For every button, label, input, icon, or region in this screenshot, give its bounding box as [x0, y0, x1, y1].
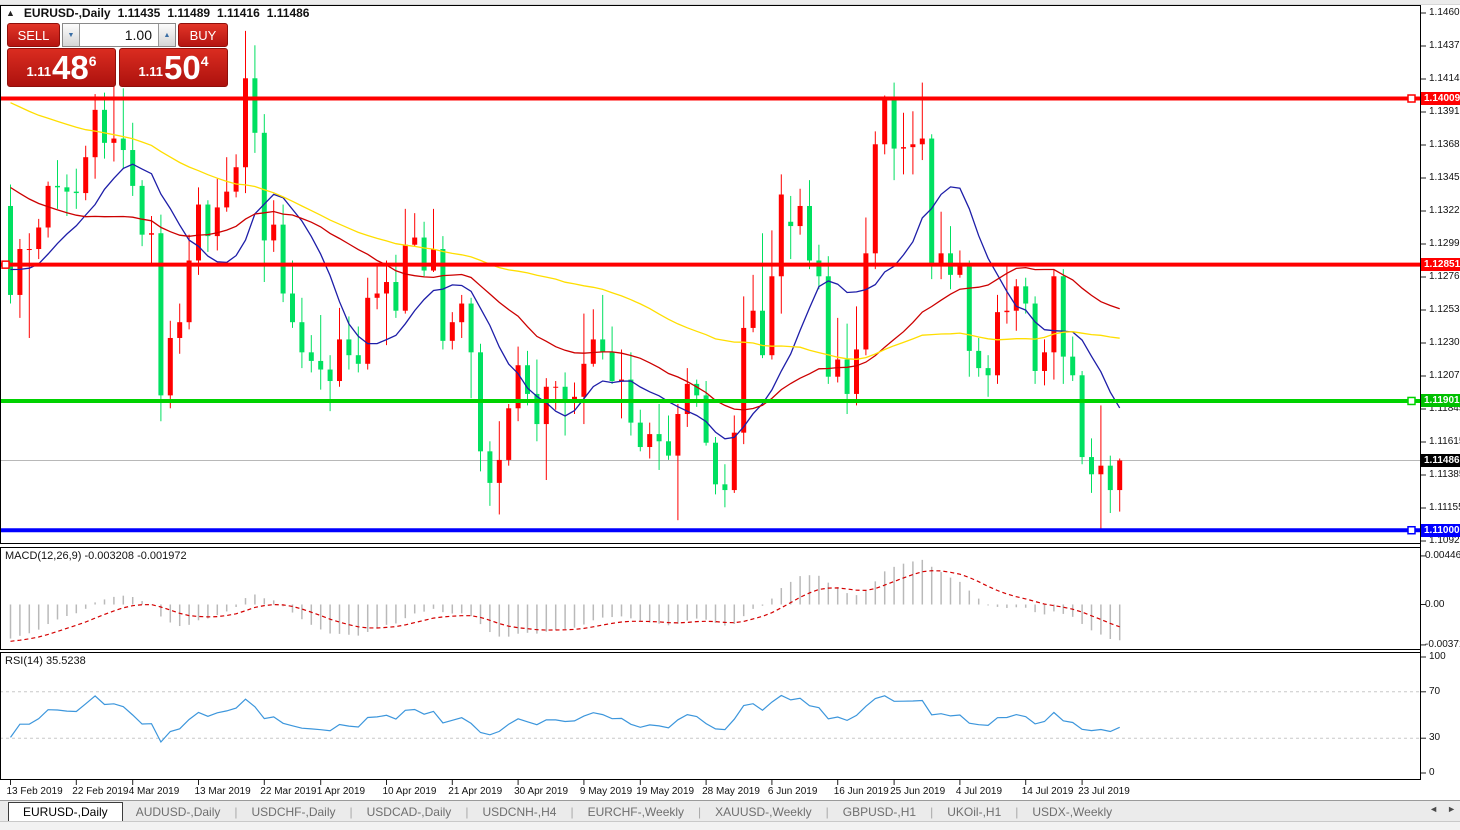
quote-low: 1.11416: [217, 6, 260, 20]
resistance-line-badge: 1.12851: [1421, 258, 1460, 271]
buy-button[interactable]: BUY: [178, 23, 228, 47]
date-axis-tick: 1 Apr 2019: [317, 786, 365, 797]
price-axis-tick: 1.14145: [1429, 73, 1460, 84]
chart-tab-gbpusd-h1[interactable]: GBPUSD-,H1: [830, 803, 929, 821]
price-axis-tick: 1.11615: [1429, 436, 1460, 447]
date-axis-tick: 21 Apr 2019: [448, 786, 502, 797]
rsi-axis-tick: 100: [1429, 651, 1446, 662]
date-axis-tick: 9 May 2019: [580, 786, 632, 797]
support-line-badge: 1.11901: [1421, 394, 1460, 407]
trading-terminal-window: ▲ EURUSD-,Daily 1.11435 1.11489 1.11 4 16 …: [0, 0, 1460, 829]
price-axis-tick: 1.12305: [1429, 337, 1460, 348]
date-axis-tick: 28 May 2019: [702, 786, 760, 797]
price-axis-tick: 1.13455: [1429, 172, 1460, 183]
price-axis-tick: 1.11385: [1429, 469, 1460, 480]
chart-canvas: [0, 0, 1460, 829]
date-axis-tick: 22 Feb 2019: [72, 786, 128, 797]
date-axis-tick: 4 Mar 2019: [129, 786, 180, 797]
sell-price-display[interactable]: 1.11 48 6: [7, 48, 116, 87]
date-axis-tick: 14 Jul 2019: [1022, 786, 1074, 797]
price-axis-tick: 1.12995: [1429, 238, 1460, 249]
support-line-badge: 1.11000: [1421, 524, 1460, 537]
chart-tab-usdcad-daily[interactable]: USDCAD-,Daily: [354, 803, 465, 821]
date-axis-tick: 10 Apr 2019: [383, 786, 437, 797]
macd-axis-tick: -0.003715: [1425, 639, 1460, 650]
price-axis-tick: 1.12535: [1429, 304, 1460, 315]
price-axis-tick: 1.11155: [1429, 502, 1460, 513]
quote-high: 1.11489: [167, 6, 210, 20]
date-axis-tick: 13 Mar 2019: [195, 786, 251, 797]
resistance-line-badge: 1.14009: [1421, 92, 1460, 105]
buy-price-point: 4: [201, 53, 209, 69]
volume-decrease-button[interactable]: ▼: [63, 24, 80, 46]
chart-tab-xauusd-weekly[interactable]: XAUUSD-,Weekly: [702, 803, 824, 821]
rsi-axis-tick: 0: [1429, 767, 1435, 778]
price-axis-tick: 1.14605: [1429, 7, 1460, 18]
chart-tab-ukoil-h1[interactable]: UKOil-,H1: [934, 803, 1014, 821]
chart-tab-bar: EURUSD-,DailyAUDUSD-,Daily|USDCHF-,Daily…: [0, 800, 1460, 822]
date-axis-tick: 16 Jun 2019: [834, 786, 889, 797]
sell-price-prefix: 1.11: [26, 64, 51, 79]
date-axis-tick: 22 Mar 2019: [260, 786, 316, 797]
last-price-badge: 1.11486: [1421, 454, 1460, 467]
macd-axis-tick: 0.00: [1425, 599, 1444, 610]
chart-tabs: EURUSD-,DailyAUDUSD-,Daily|USDCHF-,Daily…: [0, 802, 1125, 822]
volume-input[interactable]: 1.00: [80, 24, 158, 46]
chart-title: ▲ EURUSD-,Daily 1.11435 1.11489 1.11416 …: [6, 6, 309, 20]
buy-price-prefix: 1.11: [138, 64, 163, 79]
chart-tab-eurusd-daily[interactable]: EURUSD-,Daily: [8, 802, 123, 822]
volume-increase-button[interactable]: ▲: [158, 24, 175, 46]
chart-tab-eurchf-weekly[interactable]: EURCHF-,Weekly: [575, 803, 697, 821]
sell-price-point: 6: [89, 53, 97, 69]
date-axis-tick: 23 Jul 2019: [1078, 786, 1130, 797]
rsi-axis-tick: 30: [1429, 732, 1440, 743]
tab-scroll-arrows: ◄ ►: [1429, 804, 1456, 814]
sell-price-pips: 48: [52, 53, 89, 83]
date-axis-tick: 19 May 2019: [636, 786, 694, 797]
price-axis-tick: 1.12765: [1429, 271, 1460, 282]
tab-scroll-right-icon[interactable]: ►: [1447, 804, 1456, 814]
buy-price-display[interactable]: 1.11 50 4: [119, 48, 228, 87]
price-axis-tick: 1.13685: [1429, 139, 1460, 150]
price-axis-tick: 1.13915: [1429, 106, 1460, 117]
rsi-axis-tick: 70: [1429, 686, 1440, 697]
price-axis-tick: 1.12075: [1429, 370, 1460, 381]
chart-tab-usdchf-daily[interactable]: USDCHF-,Daily: [239, 803, 349, 821]
one-click-trading-panel: SELL ▼ 1.00 ▲ BUY 1.11 48 6 1.11 50 4: [7, 23, 228, 87]
date-axis-tick: 6 Jun 2019: [768, 786, 818, 797]
collapse-panel-icon[interactable]: ▲: [6, 8, 15, 18]
chart-symbol-timeframe: EURUSD-,Daily: [24, 6, 111, 20]
volume-control: ▼ 1.00 ▲: [62, 23, 176, 47]
buy-price-pips: 50: [164, 53, 201, 83]
quote-close: 1.11486: [267, 6, 310, 20]
date-axis-tick: 4 Jul 2019: [956, 786, 1002, 797]
chart-tab-usdx-weekly[interactable]: USDX-,Weekly: [1019, 803, 1125, 821]
date-axis-tick: 30 Apr 2019: [514, 786, 568, 797]
sell-button[interactable]: SELL: [7, 23, 60, 47]
macd-indicator-label: MACD(12,26,9) -0.003208 -0.001972: [5, 550, 187, 562]
date-axis-tick: 13 Feb 2019: [7, 786, 63, 797]
price-axis-tick: 1.14375: [1429, 40, 1460, 51]
price-axis-tick: 1.13225: [1429, 205, 1460, 216]
chart-tab-usdcnh-h4[interactable]: USDCNH-,H4: [469, 803, 569, 821]
chart-tab-audusd-daily[interactable]: AUDUSD-,Daily: [123, 803, 234, 821]
tab-scroll-left-icon[interactable]: ◄: [1429, 804, 1438, 814]
date-axis-tick: 25 Jun 2019: [890, 786, 945, 797]
macd-axis-tick: 0.004465: [1425, 550, 1460, 561]
rsi-indicator-label: RSI(14) 35.5238: [5, 655, 86, 667]
quote-open: 1.11435: [118, 6, 161, 20]
